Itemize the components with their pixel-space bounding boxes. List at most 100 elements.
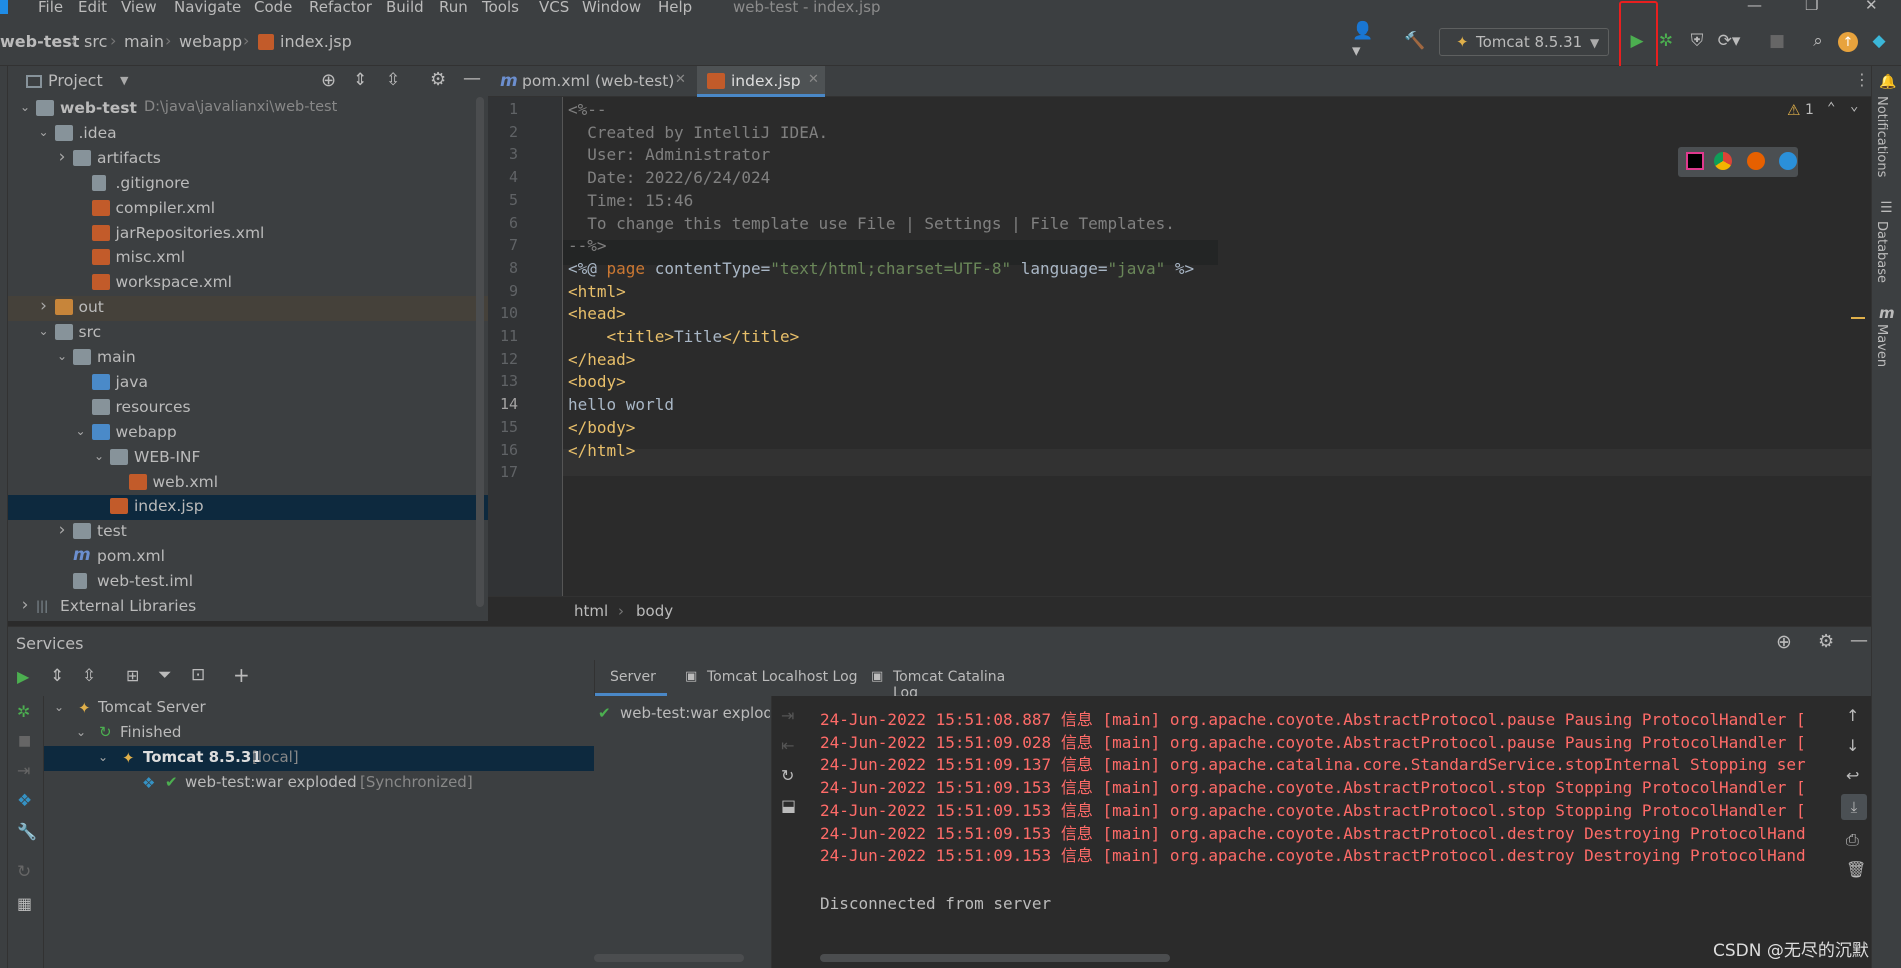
deploy-icon[interactable]: ⇥ bbox=[781, 706, 794, 725]
tree-item[interactable]: index.jsp bbox=[8, 495, 488, 521]
console-hscrollbar[interactable] bbox=[820, 954, 1170, 962]
refresh-icon[interactable]: ↻ bbox=[781, 766, 794, 785]
breadcrumb-html[interactable]: html bbox=[574, 602, 608, 620]
tree-item[interactable]: ⌄ main bbox=[8, 346, 488, 371]
project-title[interactable]: Project bbox=[48, 71, 103, 90]
breadcrumb-src[interactable]: src bbox=[84, 32, 107, 51]
tree-item[interactable]: ⌄ webapp bbox=[8, 421, 488, 446]
print-icon[interactable]: ⎙ bbox=[1846, 830, 1859, 850]
build-hammer-icon[interactable]: 🔨 bbox=[1404, 30, 1426, 52]
layout-icon[interactable]: ▦ bbox=[17, 894, 32, 913]
menu-vcs[interactable]: VCS bbox=[539, 0, 569, 16]
collapse-all-icon[interactable]: ⇳ bbox=[82, 666, 96, 686]
hide-icon[interactable]: — bbox=[1850, 630, 1868, 651]
breadcrumb-body[interactable]: body bbox=[636, 602, 673, 620]
wrench-icon[interactable]: 🔧 bbox=[17, 822, 37, 841]
tab-index-jsp[interactable]: index.jsp ✕ bbox=[697, 66, 825, 97]
tree-item[interactable]: java bbox=[8, 371, 488, 396]
tree-item[interactable]: web.xml bbox=[8, 471, 488, 496]
deploy-icon[interactable]: ⇥ bbox=[17, 761, 30, 780]
tree-item[interactable]: m pom.xml bbox=[8, 545, 488, 570]
expand-all-icon[interactable]: ⇕ bbox=[353, 70, 367, 90]
update-icon[interactable]: ↑ bbox=[1838, 32, 1858, 52]
stop-icon[interactable]: ■ bbox=[18, 733, 31, 749]
chevron-down-icon[interactable]: ⌄ bbox=[98, 750, 108, 764]
menu-window[interactable]: Window bbox=[582, 0, 641, 16]
menu-file[interactable]: File bbox=[38, 0, 63, 16]
tree-item[interactable]: ⌄ web-test D:\java\javalianxi\web-test bbox=[8, 97, 488, 122]
chevron-down-icon[interactable]: ⌄ bbox=[37, 125, 51, 139]
arrow-up-icon[interactable]: ↑ bbox=[1846, 706, 1859, 725]
warning-icon[interactable]: ⚠ bbox=[1787, 101, 1800, 119]
debug-icon[interactable]: ✲ bbox=[17, 702, 30, 721]
collapse-all-icon[interactable]: ⇳ bbox=[386, 70, 400, 90]
database-tab[interactable]: Database bbox=[1874, 221, 1889, 283]
chevron-right-icon[interactable]: › bbox=[55, 147, 69, 167]
tree-item[interactable]: ⌄ .idea bbox=[8, 122, 488, 147]
tree-item[interactable]: compiler.xml bbox=[8, 197, 488, 222]
run-icon[interactable]: ▶ bbox=[17, 667, 29, 686]
undeploy-icon[interactable]: ⇤ bbox=[781, 736, 794, 755]
service-war-exploded[interactable]: ❖ ✔ web-test:war exploded [Synchronized] bbox=[44, 771, 594, 796]
close-icon[interactable]: ✕ bbox=[808, 72, 819, 87]
close-icon[interactable]: ✕ bbox=[675, 72, 686, 87]
locate-icon[interactable]: ⊕ bbox=[321, 70, 336, 91]
menu-help[interactable]: Help bbox=[658, 0, 692, 16]
menu-edit[interactable]: Edit bbox=[78, 0, 107, 16]
warning-marker[interactable] bbox=[1851, 317, 1865, 319]
coverage-icon[interactable]: ⛨ bbox=[1686, 30, 1708, 52]
hide-icon[interactable]: — bbox=[463, 68, 481, 89]
user-icon[interactable]: 👤▾ bbox=[1352, 21, 1374, 61]
chevron-down-icon[interactable]: ⌄ bbox=[74, 424, 88, 438]
maven-tab[interactable]: Maven bbox=[1874, 324, 1889, 367]
run-configuration-select[interactable]: ✦ Tomcat 8.5.31 ▼ bbox=[1439, 28, 1609, 56]
soft-wrap-icon[interactable]: ↩ bbox=[1846, 766, 1859, 785]
arrow-down-icon[interactable]: ↓ bbox=[1846, 736, 1859, 755]
chevron-down-icon[interactable]: ⌄ bbox=[18, 100, 32, 114]
tab-server[interactable]: Server bbox=[595, 660, 667, 696]
breadcrumb-webapp[interactable]: webapp bbox=[179, 32, 242, 51]
update-resources-icon[interactable]: ⬓ bbox=[781, 796, 796, 815]
breadcrumb-index-jsp[interactable]: index.jsp bbox=[280, 32, 352, 51]
deployment-scrollbar[interactable] bbox=[594, 954, 744, 962]
tree-item[interactable]: resources bbox=[8, 396, 488, 421]
expand-all-icon[interactable]: ⇕ bbox=[50, 666, 64, 686]
tree-item[interactable]: › ||| External Libraries bbox=[8, 595, 488, 620]
deployment-item[interactable]: web-test:war explod bbox=[620, 704, 770, 722]
edge-icon[interactable] bbox=[1779, 152, 1797, 170]
locate-icon[interactable]: ⊕ bbox=[1776, 631, 1792, 653]
close-icon[interactable]: ✕ bbox=[1865, 0, 1878, 14]
restore-icon[interactable]: ❐ bbox=[1805, 0, 1818, 14]
chevron-up-icon[interactable]: ⌃ bbox=[1827, 100, 1835, 116]
menu-view[interactable]: View bbox=[121, 0, 157, 16]
tree-item[interactable]: › out bbox=[8, 296, 488, 322]
tab-pom-xml[interactable]: m pom.xml (web-test) ✕ bbox=[488, 66, 696, 97]
trash-icon[interactable]: 🗑 bbox=[1846, 860, 1866, 879]
tree-item[interactable]: workspace.xml bbox=[8, 271, 488, 296]
menu-navigate[interactable]: Navigate bbox=[174, 0, 241, 16]
service-finished[interactable]: ⌄ ↻ Finished bbox=[44, 721, 594, 746]
refresh-icon[interactable]: ↻ bbox=[17, 862, 31, 882]
service-tomcat-server[interactable]: ⌄ ✦ Tomcat Server bbox=[44, 696, 594, 721]
gear-icon[interactable]: ⚙ bbox=[1818, 631, 1834, 652]
menu-tools[interactable]: Tools bbox=[482, 0, 519, 16]
tree-item[interactable]: ⌄ src bbox=[8, 321, 488, 346]
artifact-icon[interactable]: ❖ bbox=[17, 791, 32, 811]
chevron-down-icon[interactable]: ⌄ bbox=[76, 725, 86, 739]
firefox-icon[interactable] bbox=[1747, 152, 1765, 170]
chevron-right-icon[interactable]: › bbox=[37, 296, 51, 316]
notifications-tab[interactable]: Notifications bbox=[1874, 96, 1889, 177]
minimize-icon[interactable]: — bbox=[1747, 0, 1762, 14]
plugin-icon[interactable]: ◆ bbox=[1868, 30, 1890, 52]
chevron-down-icon[interactable]: ⌄ bbox=[1850, 98, 1858, 114]
breadcrumb-project[interactable]: web-test bbox=[0, 32, 79, 51]
code-editor[interactable]: <%-- Created by IntelliJ IDEA. User: Adm… bbox=[563, 97, 1871, 596]
new-tab-icon[interactable]: ⊡ bbox=[191, 665, 205, 685]
chevron-down-icon[interactable]: ⌄ bbox=[54, 700, 64, 714]
editor-scrollbar[interactable] bbox=[1851, 137, 1865, 577]
stop-icon[interactable]: ■ bbox=[1766, 30, 1788, 52]
chevron-down-icon[interactable]: ⌄ bbox=[92, 449, 106, 463]
search-icon[interactable]: ⌕ bbox=[1807, 30, 1829, 52]
tree-item[interactable]: web-test.iml bbox=[8, 570, 488, 595]
chevron-right-icon[interactable]: › bbox=[55, 520, 69, 540]
